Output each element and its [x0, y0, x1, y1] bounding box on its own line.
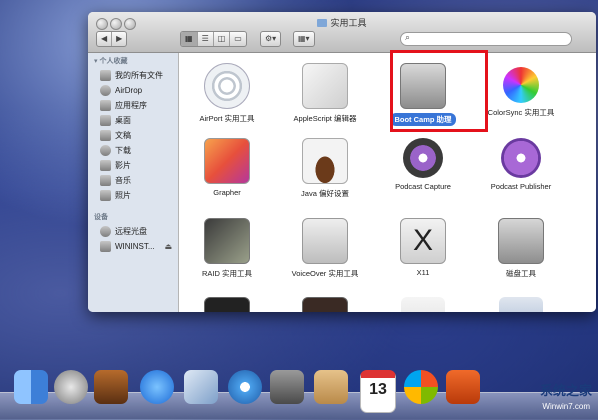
app-partial-1[interactable] [179, 297, 275, 312]
app-label: Grapher [213, 188, 241, 197]
sidebar-item-desktop[interactable]: 桌面 [88, 113, 178, 128]
raid-utility-icon [204, 218, 250, 264]
app-podcast-publisher[interactable]: Podcast Publisher [473, 138, 569, 191]
disk-utility-icon [498, 218, 544, 264]
sidebar: ▾ 个人收藏 我的所有文件 AirDrop 应用程序 桌面 文稿 下载 影片 音… [88, 53, 179, 312]
bootcamp-dock-icon[interactable] [446, 370, 480, 404]
sidebar-item-downloads[interactable]: 下载 [88, 143, 178, 158]
nav-buttons: ◀ ▶ [96, 31, 128, 47]
podcast-capture-icon [403, 138, 443, 178]
toolbar: 实用工具 ◀ ▶ ▦ ☰ ◫ ▭ ⚙▾ ▦▾ ⌕ [88, 12, 596, 53]
activity-monitor-icon [204, 297, 250, 312]
documents-icon [100, 130, 111, 141]
app-label: 磁盘工具 [506, 269, 536, 278]
highlight-box [390, 50, 488, 132]
dashboard-icon[interactable] [94, 370, 128, 404]
airdrop-icon [100, 85, 111, 96]
colorsync-icon [503, 67, 539, 103]
arrange-menu: ▦▾ [293, 31, 315, 47]
app-raid-utility[interactable]: RAID 实用工具 [179, 218, 275, 279]
migration-icon [499, 297, 543, 312]
finder-window: 实用工具 ◀ ▶ ▦ ☰ ◫ ▭ ⚙▾ ▦▾ ⌕ ▾ 个人收藏 我的所有文件 A… [88, 12, 596, 312]
app-voiceover-utility[interactable]: VoiceOver 实用工具 [277, 218, 373, 279]
sidebar-item-all-files[interactable]: 我的所有文件 [88, 68, 178, 83]
sidebar-item-applications[interactable]: 应用程序 [88, 98, 178, 113]
music-icon [100, 175, 111, 186]
sidebar-item-movies[interactable]: 影片 [88, 158, 178, 173]
all-files-icon [100, 70, 111, 81]
app-label: VoiceOver 实用工具 [291, 269, 359, 278]
remote-disc-icon [100, 226, 111, 237]
icon-grid: AirPort 实用工具 AppleScript 编辑器 Boot Camp 助… [179, 53, 596, 312]
action-button[interactable]: ⚙▾ [261, 32, 280, 46]
watermark-title: 系统之家 [539, 383, 592, 398]
sidebar-item-wininst[interactable]: WININST... ⏏ [88, 239, 178, 254]
app-partial-4[interactable] [473, 297, 569, 312]
sidebar-item-documents[interactable]: 文稿 [88, 128, 178, 143]
console-icon [302, 297, 348, 312]
app-airport-utility[interactable]: AirPort 实用工具 [179, 63, 275, 124]
address-book-icon[interactable] [314, 370, 348, 404]
sidebar-item-airdrop[interactable]: AirDrop [88, 83, 178, 98]
app-java-preferences[interactable]: Java 偏好设置 [277, 138, 373, 199]
safari-icon[interactable] [228, 370, 262, 404]
watermark-url: Winwin7.com [542, 402, 590, 411]
movies-icon [100, 160, 111, 171]
airport-utility-icon [204, 63, 250, 109]
voiceover-icon [302, 218, 348, 264]
applescript-editor-icon [302, 63, 348, 109]
applications-icon [100, 100, 111, 111]
sidebar-item-music[interactable]: 音乐 [88, 173, 178, 188]
search-input[interactable]: ⌕ [400, 32, 572, 46]
sidebar-section-devices: 设备 [94, 214, 108, 221]
sidebar-section-favorites: ▾ 个人收藏 [94, 58, 128, 65]
launchpad-icon[interactable] [54, 370, 88, 404]
podcast-publisher-icon [501, 138, 541, 178]
app-label: Podcast Publisher [490, 182, 552, 191]
app-label: AirPort 实用工具 [199, 114, 255, 123]
sidebar-item-remote-disc[interactable]: 远程光盘 [88, 224, 178, 239]
search-icon: ⌕ [405, 32, 411, 42]
app-label: RAID 实用工具 [201, 269, 252, 278]
app-x11[interactable]: X X11 [375, 218, 471, 277]
app-partial-3[interactable] [375, 297, 471, 312]
downloads-icon [100, 145, 111, 156]
app-grapher[interactable]: Grapher [179, 138, 275, 197]
list-view-button[interactable]: ☰ [198, 32, 214, 46]
grapher-icon [204, 138, 250, 184]
app-applescript-editor[interactable]: AppleScript 编辑器 [277, 63, 373, 124]
app-store-icon[interactable] [140, 370, 174, 404]
disk-icon [100, 241, 111, 252]
finder-icon[interactable] [14, 370, 48, 404]
facetime-icon[interactable] [270, 370, 304, 404]
watermark: 系统之家 Winwin7.com [498, 378, 594, 416]
folder-icon [317, 19, 328, 27]
forward-button[interactable]: ▶ [112, 32, 126, 46]
sidebar-item-pictures[interactable]: 照片 [88, 188, 178, 203]
pictures-icon [100, 190, 111, 201]
app-partial-2[interactable] [277, 297, 373, 312]
java-icon [302, 138, 348, 184]
column-view-button[interactable]: ◫ [214, 32, 231, 46]
mail-icon[interactable] [184, 370, 218, 404]
app-label: Java 偏好设置 [301, 189, 349, 198]
windows-icon[interactable] [404, 370, 438, 404]
app-label: X11 [416, 268, 430, 277]
action-menu: ⚙▾ [260, 31, 282, 47]
app-disk-utility[interactable]: 磁盘工具 [473, 218, 569, 279]
x11-icon: X [400, 218, 446, 264]
app-label: Podcast Capture [395, 182, 451, 191]
icon-view-button[interactable]: ▦ [181, 32, 198, 46]
coverflow-view-button[interactable]: ▭ [230, 32, 246, 46]
eject-icon[interactable]: ⏏ [164, 242, 172, 251]
app-label: AppleScript 编辑器 [293, 114, 357, 123]
bluetooth-icon [401, 297, 445, 312]
desktop-icon [100, 115, 111, 126]
app-podcast-capture[interactable]: Podcast Capture [375, 138, 471, 191]
ical-icon[interactable]: 13 [360, 370, 396, 413]
back-button[interactable]: ◀ [97, 32, 113, 46]
window-title: 实用工具 [88, 16, 596, 29]
view-buttons: ▦ ☰ ◫ ▭ [180, 31, 247, 47]
arrange-button[interactable]: ▦▾ [294, 32, 314, 46]
